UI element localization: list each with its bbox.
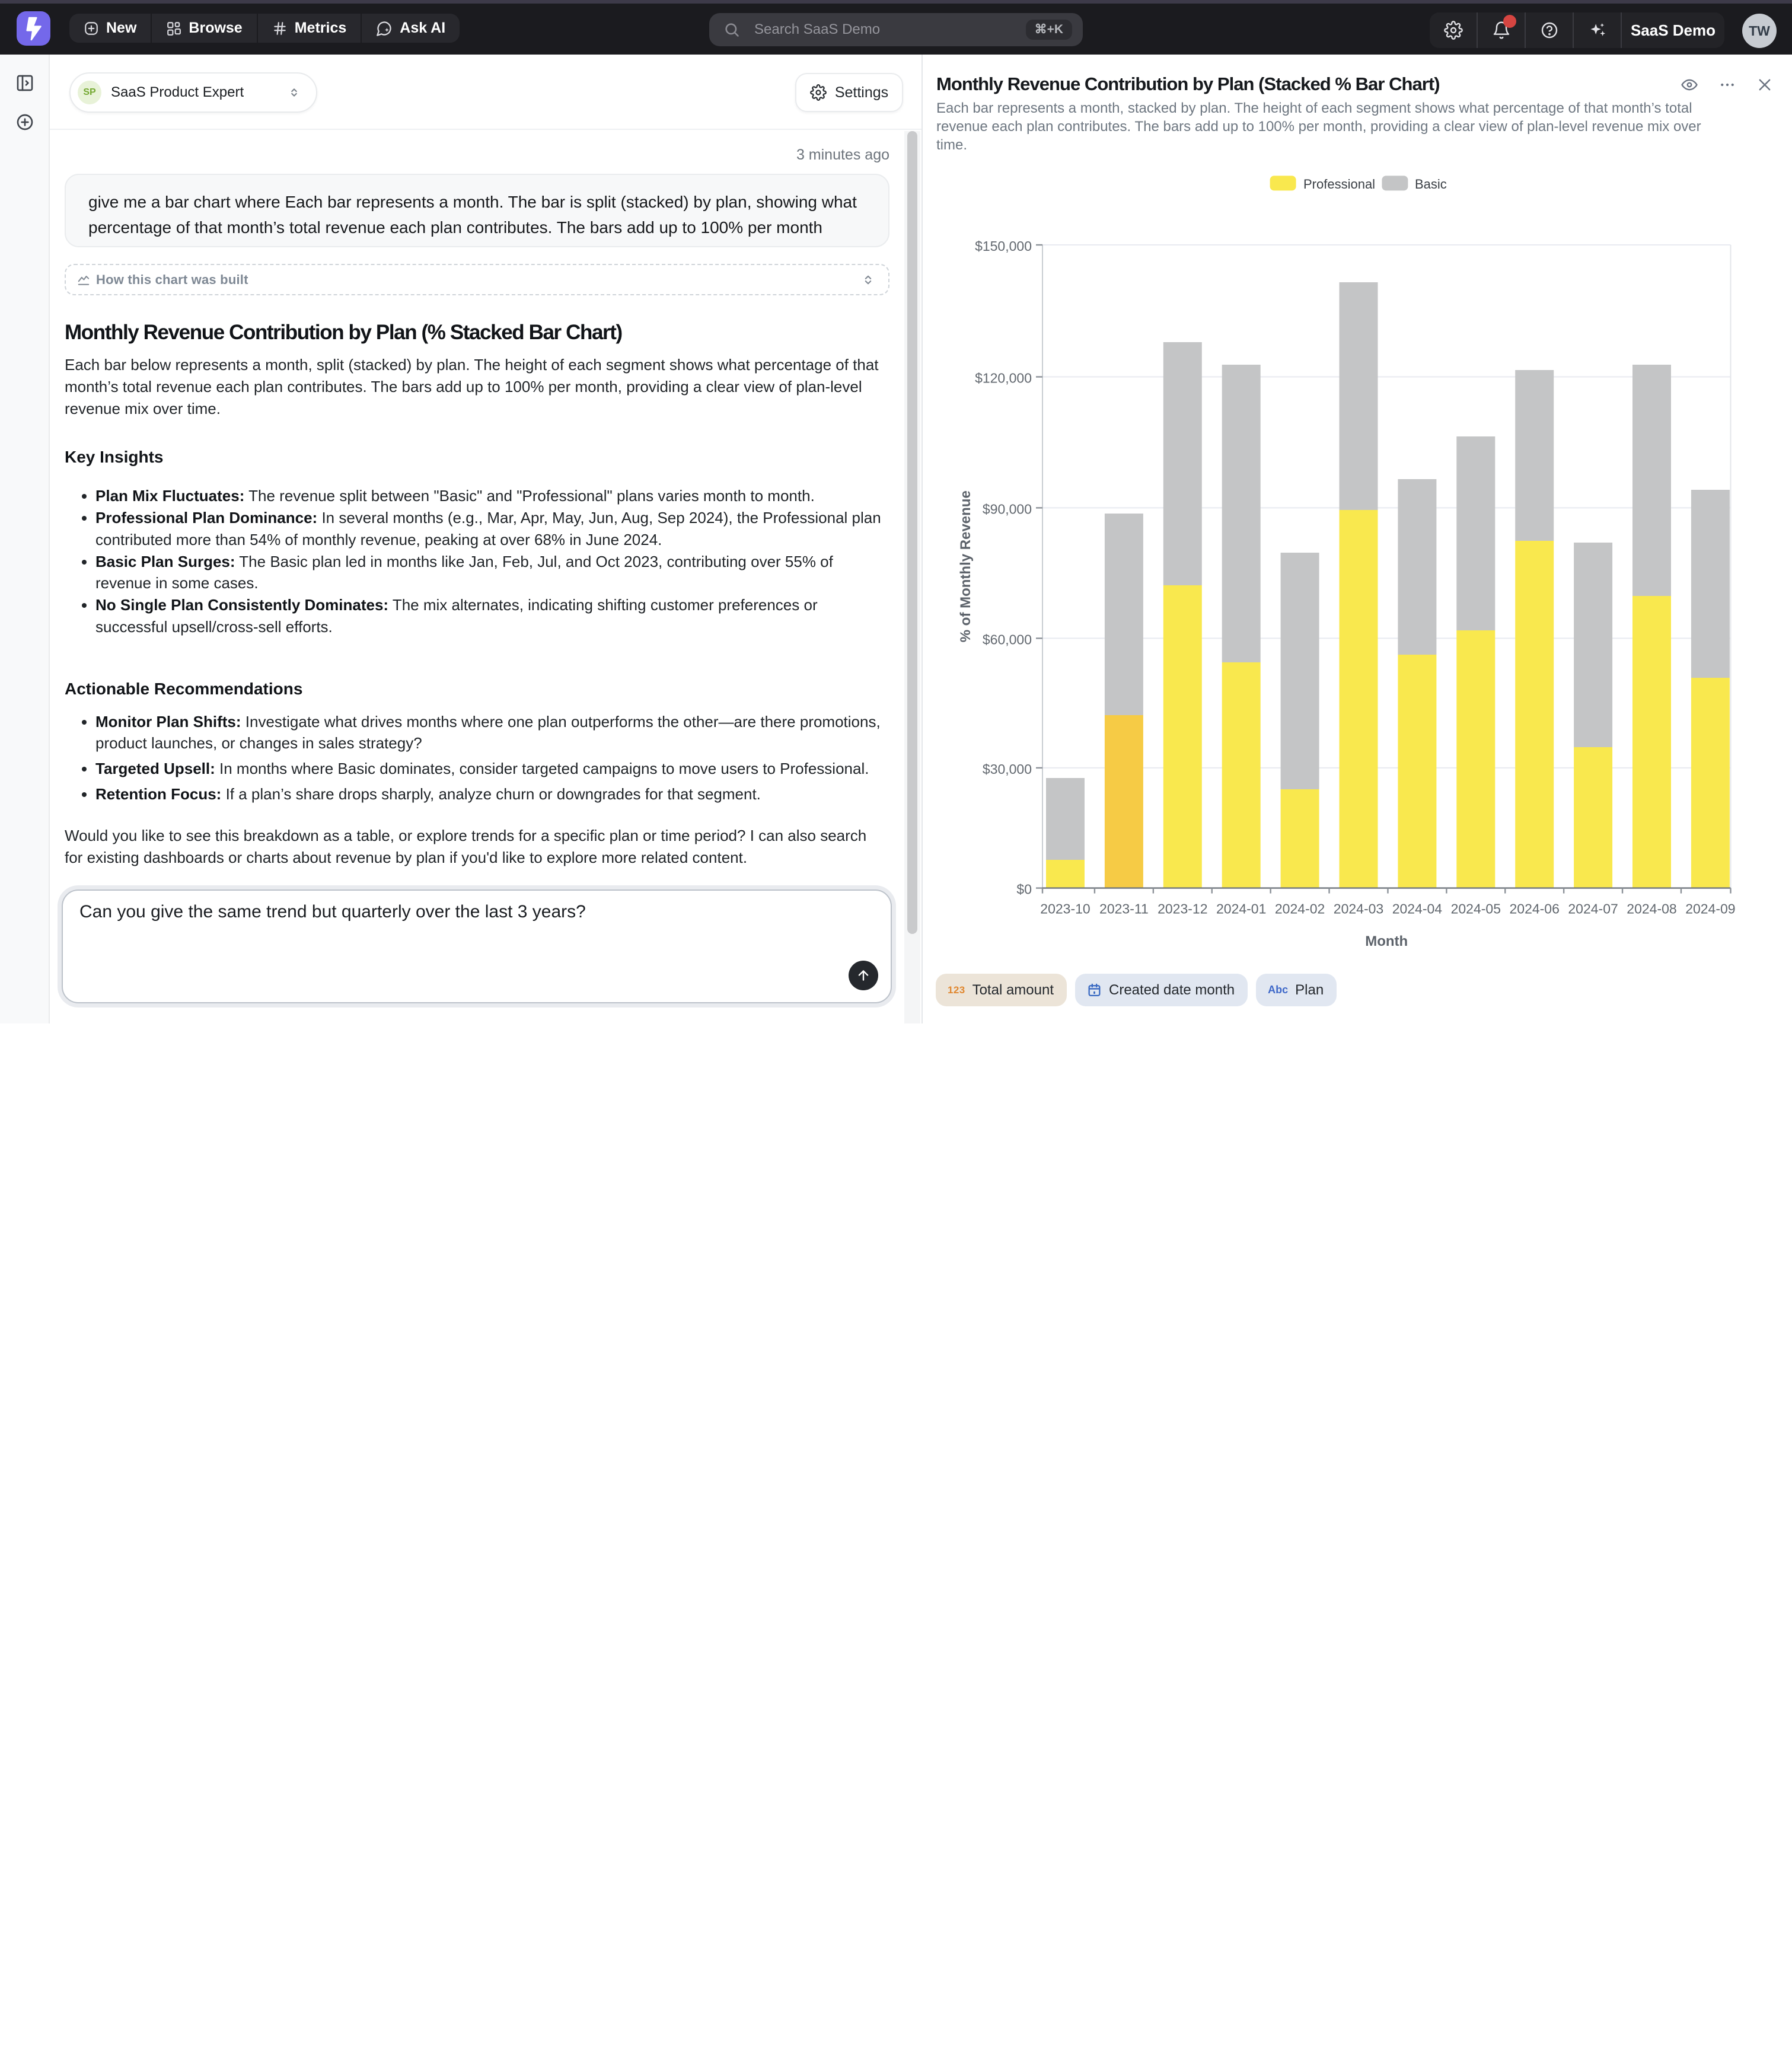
- svg-text:2024-04: 2024-04: [1392, 901, 1443, 917]
- svg-text:2024-09: 2024-09: [1685, 901, 1735, 917]
- svg-text:$60,000: $60,000: [983, 632, 1032, 647]
- svg-text:2023-12: 2023-12: [1158, 901, 1207, 917]
- svg-text:Professional: Professional: [1303, 177, 1375, 192]
- svg-text:2024-06: 2024-06: [1509, 901, 1559, 917]
- svg-text:2024-07: 2024-07: [1568, 901, 1618, 917]
- svg-text:2023-10: 2023-10: [1040, 901, 1090, 917]
- svg-text:$30,000: $30,000: [983, 761, 1032, 777]
- svg-text:% of Monthly Revenue: % of Monthly Revenue: [958, 490, 974, 642]
- svg-text:2024-02: 2024-02: [1275, 901, 1325, 917]
- svg-text:$120,000: $120,000: [975, 371, 1032, 386]
- svg-text:2023-11: 2023-11: [1099, 901, 1149, 917]
- svg-text:Month: Month: [1365, 933, 1408, 949]
- svg-text:$0: $0: [1016, 882, 1032, 897]
- svg-text:2024-05: 2024-05: [1451, 901, 1501, 917]
- svg-text:2024-03: 2024-03: [1334, 901, 1383, 917]
- svg-text:Basic: Basic: [1415, 177, 1447, 192]
- svg-text:$90,000: $90,000: [983, 501, 1032, 516]
- svg-text:2024-01: 2024-01: [1216, 901, 1266, 917]
- svg-text:$150,000: $150,000: [975, 238, 1032, 254]
- svg-text:2024-08: 2024-08: [1627, 901, 1676, 917]
